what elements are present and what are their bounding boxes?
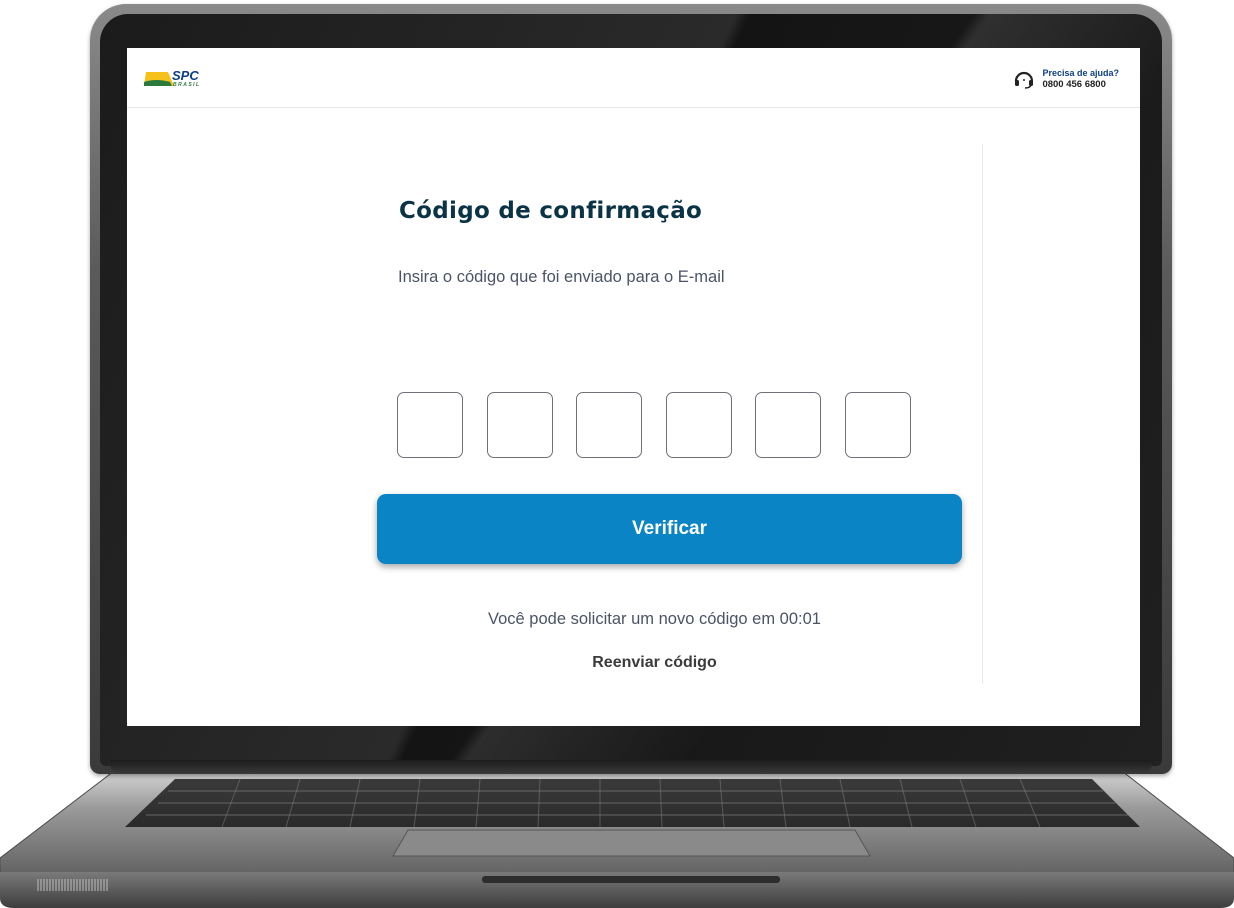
- resend-code-link[interactable]: Reenviar código: [127, 654, 1140, 672]
- vertical-divider: [982, 144, 983, 684]
- resend-timer-text: Você pode solicitar um novo código em 00…: [488, 610, 821, 628]
- top-header: SPC BRASIL Precisa de ajuda? 0800 456 68…: [127, 48, 1140, 108]
- headset-icon: [1015, 71, 1034, 89]
- help-phone[interactable]: 0800 456 6800: [1042, 79, 1119, 91]
- help-text: Precisa de ajuda? 0800 456 6800: [1042, 67, 1119, 91]
- page-title: Código de confirmação: [399, 198, 703, 224]
- logo-mark-icon: [144, 72, 174, 86]
- logo-subtext: BRASIL: [173, 82, 201, 88]
- code-digit-4-input[interactable]: [665, 392, 732, 458]
- verify-button[interactable]: Verificar: [377, 494, 962, 564]
- code-digit-5-input[interactable]: [755, 392, 821, 458]
- spc-brasil-logo[interactable]: SPC BRASIL: [144, 66, 204, 92]
- logo-text: SPC: [172, 68, 199, 83]
- laptop-hinge: [110, 760, 1152, 774]
- help-title: Precisa de ajuda?: [1042, 68, 1119, 78]
- code-digit-1-input[interactable]: [397, 392, 463, 458]
- code-digit-3-input[interactable]: [576, 392, 642, 458]
- code-digit-6-input[interactable]: [844, 392, 911, 458]
- help-contact[interactable]: Precisa de ajuda? 0800 456 6800: [1013, 64, 1119, 94]
- laptop-mockup: SPC BRASIL Precisa de ajuda? 0800 456 68…: [0, 0, 1234, 908]
- code-digit-2-input[interactable]: [486, 392, 553, 458]
- page-subtitle: Insira o código que foi enviado para o E…: [398, 268, 725, 286]
- code-input-group: [397, 392, 911, 458]
- app-screen: SPC BRASIL Precisa de ajuda? 0800 456 68…: [127, 48, 1140, 726]
